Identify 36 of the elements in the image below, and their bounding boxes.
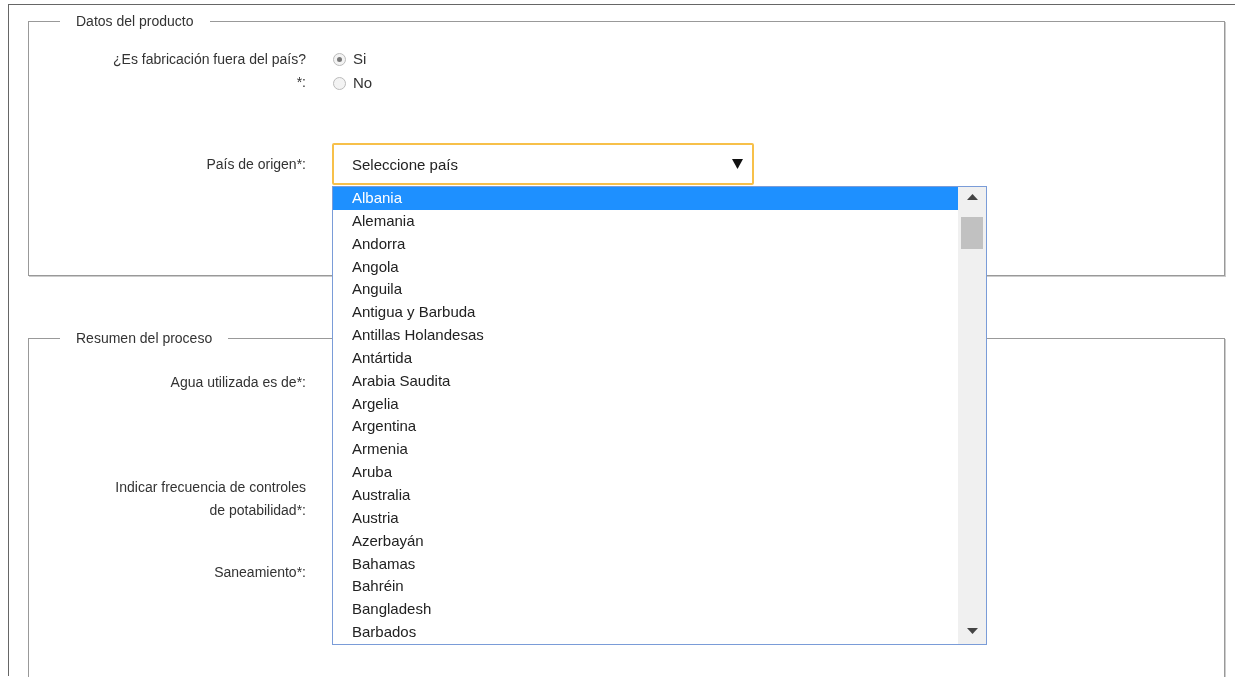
radio-label[interactable]: No <box>353 75 373 91</box>
dropdown-option[interactable]: Barbados <box>333 621 958 644</box>
field-label: Indicar frecuencia de controles de potabilidad*: <box>114 478 306 520</box>
field-label: ¿Es fabricación fuera del país?*: <box>112 50 306 92</box>
dropdown-option[interactable]: Bahréin <box>333 575 958 599</box>
caret-icon <box>732 159 743 169</box>
dropdown-option[interactable]: Australia <box>333 483 958 507</box>
dropdown-option[interactable]: Arabia Saudita <box>333 369 958 393</box>
dropdown-option[interactable]: Angola <box>333 255 958 279</box>
scroll-up-icon[interactable] <box>966 194 978 200</box>
scrollbar-thumb[interactable] <box>961 217 983 249</box>
dropdown-option[interactable]: Antillas Holandesas <box>333 324 958 347</box>
dropdown-option[interactable]: Alemania <box>333 209 958 233</box>
field-label: Saneamiento*: <box>213 563 306 582</box>
dropdown-option[interactable]: Bahamas <box>333 552 958 576</box>
dropdown-option[interactable]: Argentina <box>333 415 958 439</box>
dropdown-option[interactable]: Aruba <box>333 461 958 484</box>
dropdown-option[interactable]: Antigua y Barbuda <box>333 301 958 325</box>
country-select[interactable]: Seleccione país <box>332 143 754 185</box>
radio-button[interactable] <box>333 52 346 66</box>
dropdown-option[interactable]: Bangladesh <box>333 598 958 622</box>
dropdown-option[interactable]: Antártida <box>333 346 958 370</box>
scrollbar[interactable] <box>958 187 986 644</box>
dropdown-option[interactable]: Anguila <box>333 278 958 302</box>
field-label: Agua utilizada es de*: <box>169 373 306 392</box>
dropdown-option[interactable]: Azerbayán <box>333 529 958 553</box>
dropdown-option[interactable]: Andorra <box>333 232 958 256</box>
dropdown-option[interactable]: Argelia <box>333 392 958 416</box>
radio-label[interactable]: Si <box>353 51 367 67</box>
section-legend: Datos del producto <box>60 13 210 29</box>
dropdown-option[interactable]: Armenia <box>333 438 958 462</box>
scroll-down-icon[interactable] <box>966 628 978 634</box>
section-legend: Resumen del proceso <box>60 330 229 346</box>
dropdown-option[interactable]: Austria <box>333 506 958 530</box>
field-label: País de origen*: <box>205 155 306 174</box>
radio-button[interactable] <box>333 76 346 90</box>
